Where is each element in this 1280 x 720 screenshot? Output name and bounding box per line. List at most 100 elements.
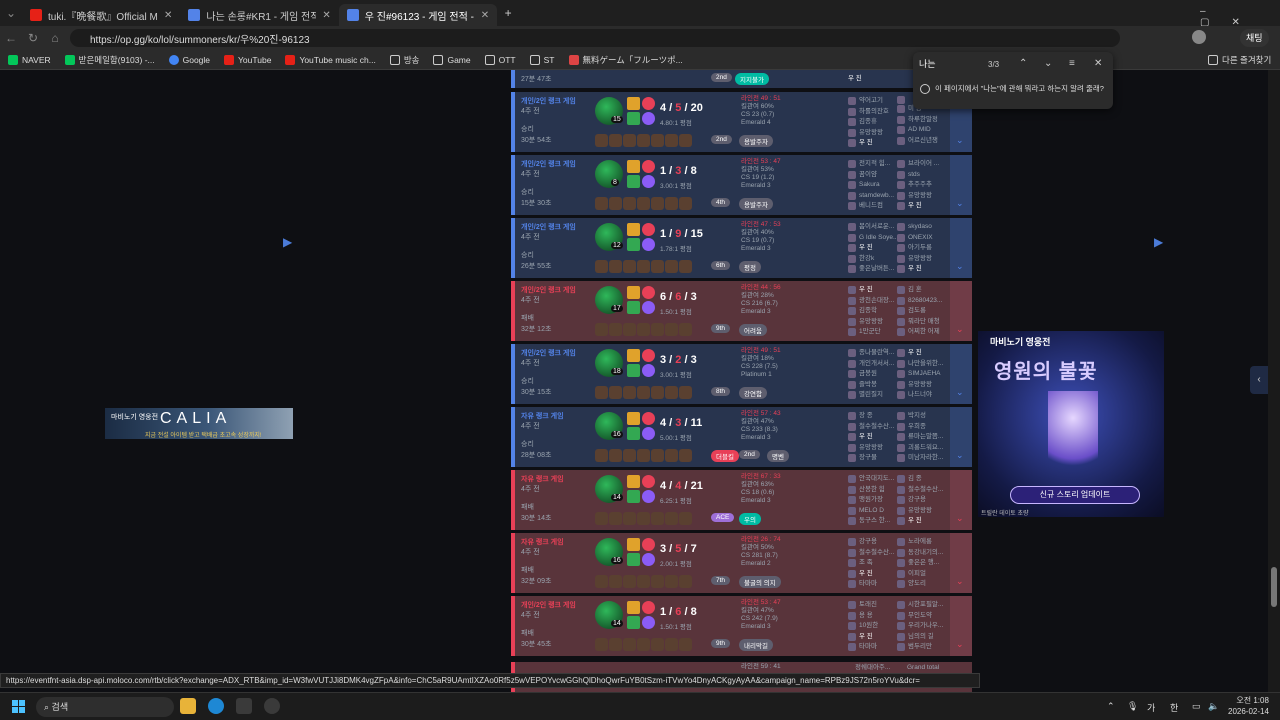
player-row[interactable]: 강구용 [848, 537, 894, 548]
taskbar-search[interactable]: ⌕ 검색 [36, 697, 174, 717]
refresh-icon[interactable]: ↻ [22, 31, 44, 45]
find-prev-icon[interactable]: ⌃ [1019, 58, 1027, 69]
player-row[interactable]: 류마는말쯤... [897, 432, 943, 443]
player-row[interactable]: 우 진 [848, 432, 894, 443]
player-row[interactable]: 즐박봉 [848, 380, 894, 391]
player-row[interactable]: 아기두롱 [897, 243, 933, 254]
player-row[interactable]: 금봉원 [848, 369, 894, 380]
other-bookmarks[interactable]: 다른 즐겨찾기 [1208, 54, 1271, 66]
player-row[interactable]: AD MID [897, 125, 938, 136]
player-row[interactable]: 장 종 [848, 411, 894, 422]
back-icon[interactable]: ← [0, 31, 22, 45]
clock[interactable]: 오전 1:08 2026-02-14 [1228, 695, 1269, 717]
player-row[interactable]: 타마마 [848, 642, 878, 653]
player-row[interactable]: 맹원가장 [848, 495, 894, 506]
find-options-icon[interactable]: ≡ [1069, 58, 1075, 69]
carousel-play-icon[interactable]: ▶ [1154, 235, 1163, 249]
close-tab-icon[interactable]: ✕ [322, 10, 330, 21]
file-explorer-icon[interactable] [180, 698, 196, 714]
match-row[interactable]: 개인/2인 랭크 게임 4주 전 승리 30분 54초 15 4 / 5 / 2… [511, 92, 972, 152]
player-row[interactable]: 시한포필알... [897, 600, 943, 611]
player-row[interactable]: 브라이어 ... [897, 159, 939, 170]
url-field[interactable]: https://op.gg/ko/lol/summoners/kr/우%20진-… [70, 29, 1120, 47]
find-next-icon[interactable]: ⌄ [1044, 58, 1052, 69]
bookmark-youtube-music[interactable]: YouTube music ch... [285, 54, 376, 65]
player-row[interactable]: 우 진 [897, 264, 933, 275]
ad-cta-button[interactable]: 신규 스토리 업데이트 [1010, 486, 1140, 504]
player-row[interactable]: 좋은은 행... [897, 558, 943, 569]
player-row[interactable]: 한강k [848, 254, 898, 265]
match-row[interactable]: 자유 랭크 게임 4주 전 승리 28분 08초 16 4 / 3 / 11 5… [511, 407, 972, 467]
expand-button[interactable]: ⌄ [950, 344, 972, 404]
player-row[interactable]: 유망왕왕 [897, 254, 933, 265]
expand-button[interactable]: ⌄ [950, 407, 972, 467]
player-row[interactable]: SIMJAEHA [897, 369, 943, 380]
match-row[interactable]: 개인/2인 랭크 게임 4주 전 승리 26분 55초 12 1 / 9 / 1… [511, 218, 972, 278]
bookmark-folder[interactable]: 방송 [389, 54, 419, 66]
player-row[interactable]: 김 혼 [897, 285, 942, 296]
match-row[interactable]: 개인/2인 랭크 게임 4주 전 패배 30분 45초 14 1 / 6 / 8… [511, 596, 972, 656]
player-row[interactable]: 좋은날버튼... [848, 264, 898, 275]
player-name[interactable]: 정쉐대아주... [855, 663, 890, 674]
bookmark-google[interactable]: Google [168, 54, 210, 65]
player-row[interactable]: 유망왕왕 [848, 443, 894, 454]
player-row[interactable]: 김 종 [897, 474, 943, 485]
player-row[interactable]: 별린질지 [848, 390, 894, 401]
player-row[interactable]: 철수철수산... [848, 422, 894, 433]
ime-indicator[interactable]: 한 [1170, 701, 1178, 714]
player-row[interactable]: 유망왕왕 [897, 380, 943, 391]
find-close-icon[interactable]: ✕ [1094, 58, 1102, 69]
player-row[interactable]: 하롤의잔호 [848, 107, 889, 118]
microphone-icon[interactable]: 🎙 [1127, 701, 1138, 712]
avatar[interactable] [1192, 30, 1206, 44]
player-row[interactable]: 우 진 [897, 201, 939, 212]
player-row[interactable]: 이피얼 [897, 569, 943, 580]
player-row[interactable]: 유망왕왕 [848, 317, 894, 328]
match-row[interactable]: 자유 랭크 게임 4주 전 패배 30분 14초 14 4 / 4 / 21 6… [511, 470, 972, 530]
player-row[interactable]: 유망왕왕 [897, 506, 943, 517]
side-panel-toggle[interactable]: ‹ [1250, 366, 1268, 394]
carousel-play-icon[interactable]: ▶ [283, 235, 292, 249]
new-tab-button[interactable]: + [497, 6, 519, 20]
player-row[interactable]: 장구물 [848, 453, 894, 464]
player-row[interactable]: skydaso [897, 222, 933, 233]
player-row[interactable]: 10원한 [848, 621, 878, 632]
player-row[interactable]: 산봉한 힘 [848, 485, 894, 496]
expand-button[interactable]: ⌄ [950, 218, 972, 278]
player-row[interactable]: 노라에롱 [897, 537, 943, 548]
player-row[interactable]: G Idle Soye... [848, 233, 898, 244]
player-row[interactable]: 양도리 [897, 579, 943, 590]
player-row[interactable]: 우리가나우... [897, 621, 943, 632]
match-row[interactable]: 개인/2인 랭크 게임 4주 전 패배 32분 12초 17 6 / 6 / 3… [511, 281, 972, 341]
player-row[interactable]: 약어고기 [848, 96, 889, 107]
player-row[interactable]: 뭐라단 매청 [897, 317, 942, 328]
player-row[interactable]: 나드너야 [897, 390, 943, 401]
player-row[interactable]: 토래진 [848, 600, 878, 611]
player-row[interactable]: 용 용 [848, 611, 878, 622]
player-row[interactable]: 유망왕왕 [897, 191, 939, 202]
player-row[interactable]: 조 족 [848, 558, 894, 569]
tab-list-chevron-icon[interactable]: ⌄ [0, 6, 22, 20]
expand-button[interactable]: ⌄ [950, 533, 972, 593]
player-row[interactable]: 검도롱 [897, 306, 942, 317]
close-tab-icon[interactable]: ✕ [481, 10, 489, 21]
expand-button[interactable]: ⌄ [950, 155, 972, 215]
find-copilot-prompt[interactable]: 이 페이지에서 "나는"에 관해 뭐라고 하는지 알려 줄래? [935, 84, 1107, 94]
home-icon[interactable]: ⌂ [44, 31, 66, 45]
player-row[interactable]: 추주주추 [897, 180, 939, 191]
player-row[interactable]: 우 진 [848, 632, 878, 643]
player-row[interactable]: 타마마 [848, 579, 894, 590]
app-icon[interactable] [236, 698, 252, 714]
player-row[interactable]: 강구용 [897, 495, 943, 506]
player-row[interactable]: 우 진 [897, 348, 943, 359]
tab-youtube[interactable]: tuki.『晩餐歌』Official Music Vid ✕ [22, 4, 180, 26]
volume-icon[interactable]: 🔈 [1208, 701, 1219, 712]
app-icon[interactable] [264, 698, 280, 714]
player-row[interactable]: 철수철수산... [848, 548, 894, 559]
player-row[interactable]: 꿈이얌 [848, 170, 894, 181]
scrollbar-thumb[interactable] [1271, 567, 1277, 607]
player-row[interactable]: 무인도약 [897, 611, 943, 622]
player-row[interactable]: 우 진 [848, 569, 894, 580]
bookmark-youtube[interactable]: YouTube [224, 54, 271, 65]
find-input[interactable]: 나는 [919, 57, 1022, 73]
